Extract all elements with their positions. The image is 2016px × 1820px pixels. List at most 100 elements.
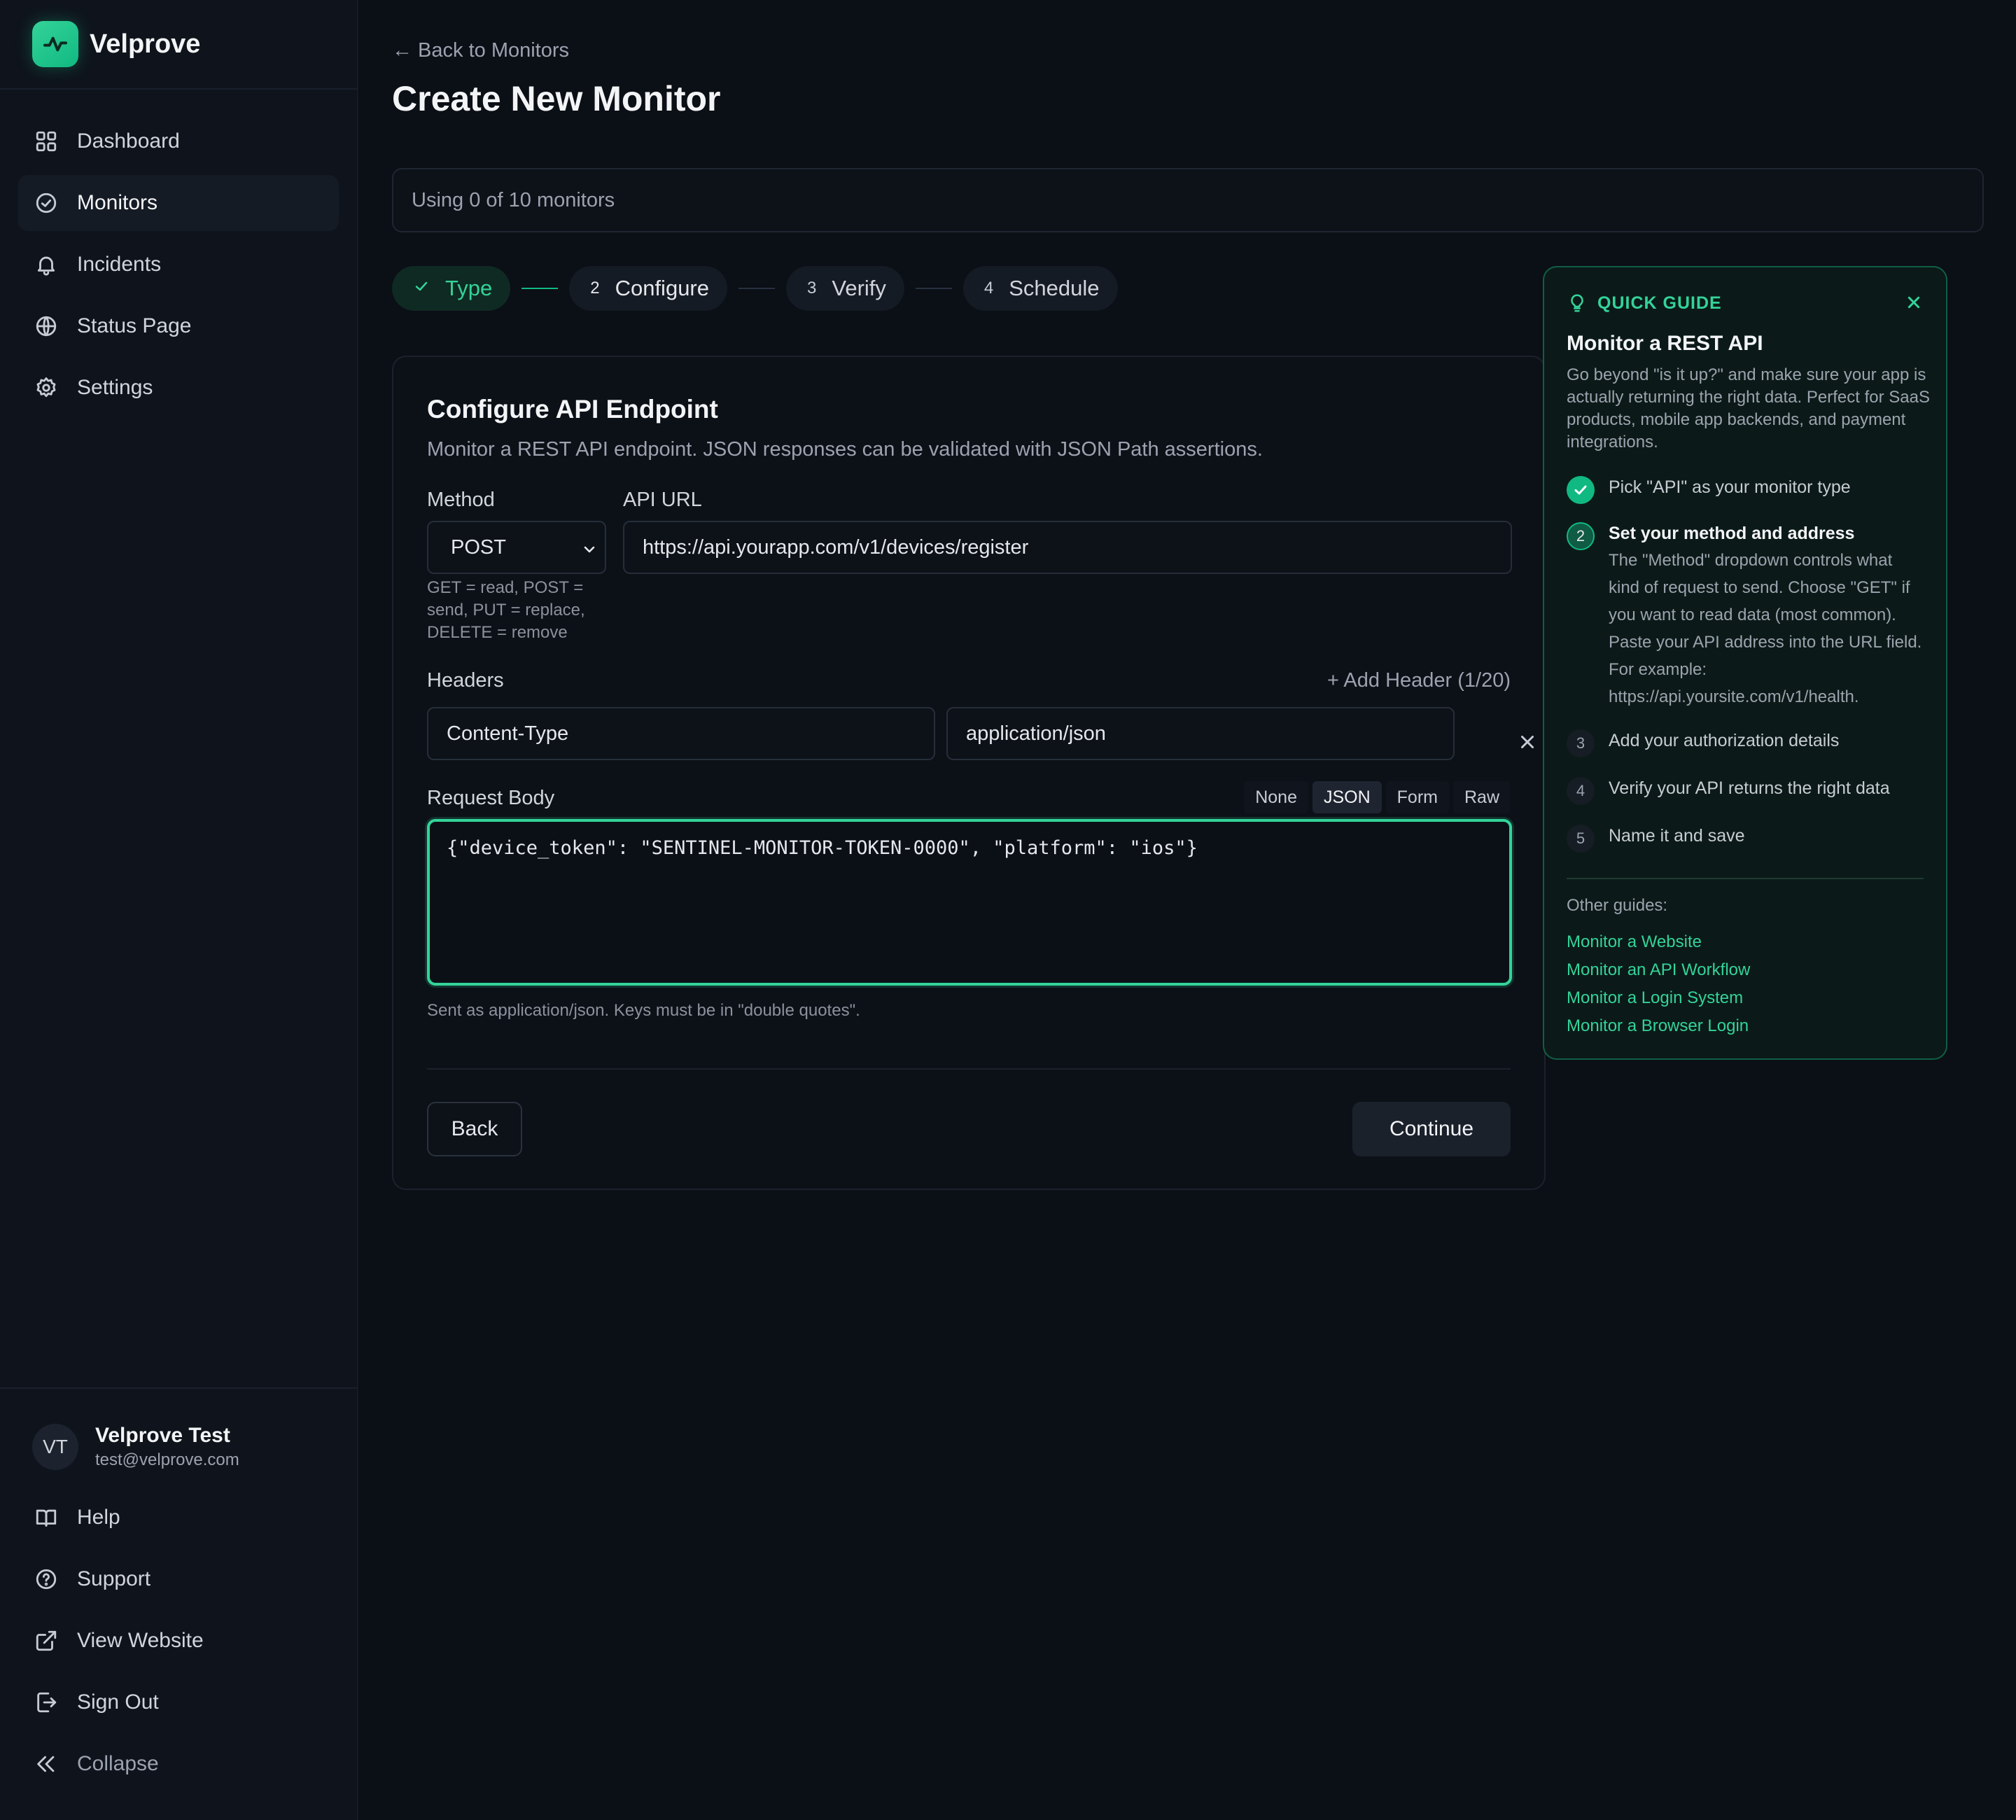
nav-label: Sign Out [77,1690,159,1714]
step-verify[interactable]: 3 Verify [786,266,904,311]
nav-item-status-page[interactable]: Status Page [18,298,339,354]
user-profile[interactable]: VT Velprove Test test@velprove.com [0,1389,357,1470]
configure-card: Configure API Endpoint Monitor a REST AP… [392,356,1546,1190]
guide-step-text: Name it and save [1609,826,1745,846]
nav-item-sign-out[interactable]: Sign Out [18,1674,339,1730]
body-type-tabs: None JSON Form Raw [1240,781,1511,813]
check-circle-icon [34,190,59,216]
globe-icon [34,314,59,339]
step-label: Configure [615,276,709,300]
nav-item-view-website[interactable]: View Website [18,1613,339,1669]
method-select[interactable]: POST [427,521,606,574]
hint-line: DELETE = remove [427,623,568,642]
guide-link-website[interactable]: Monitor a Website [1567,928,1750,956]
url-label: API URL [623,489,702,511]
app-root: Velprove Dashboard Monitors Incidents St… [0,0,2016,1820]
step-number: 4 [983,279,994,298]
nav-label: Dashboard [77,130,180,153]
collapse-button[interactable]: Collapse [18,1736,339,1792]
pulse-logo-icon [32,21,78,67]
request-body-textarea[interactable]: {"device_token": "SENTINEL-MONITOR-TOKEN… [427,819,1512,986]
user-email: test@velprove.com [95,1450,239,1469]
step-label: Schedule [1009,276,1100,300]
bell-icon [34,252,59,277]
step-number: 3 [1567,729,1595,757]
card-title: Configure API Endpoint [427,395,718,424]
nav-label: View Website [77,1629,204,1652]
guide-step-text: Verify your API returns the right data [1609,778,1890,798]
guide-step-3: 3 Add your authorization details [1567,729,1839,757]
nav-item-help[interactable]: Help [18,1490,339,1546]
guide-step-title: Set your method and address [1609,524,1855,543]
check-icon [1567,476,1595,504]
guide-link-login-system[interactable]: Monitor a Login System [1567,984,1750,1012]
guide-heading: QUICK GUIDE [1567,293,1722,314]
back-button[interactable]: Back [427,1102,522,1156]
tab-none[interactable]: None [1244,781,1308,813]
remove-header-close-icon[interactable] [1515,729,1540,755]
step-number: 3 [807,279,817,298]
method-hint: GET = read, POST = send, PUT = replace, … [427,577,616,644]
nav-label: Incidents [77,253,162,276]
guide-step-5: 5 Name it and save [1567,825,1745,853]
url-input[interactable]: https://api.yourapp.com/v1/devices/regis… [623,521,1512,574]
request-body-label: Request Body [427,787,555,809]
step-number: 5 [1567,825,1595,853]
bottom-nav: Help Support View Website Sign Out Colla… [0,1470,357,1792]
nav-item-incidents[interactable]: Incidents [18,237,339,293]
header-key-input[interactable]: Content-Type [427,707,935,760]
header-value-input[interactable]: application/json [946,707,1455,760]
hint-line: send, PUT = replace, [427,601,585,620]
page-title: Create New Monitor [392,79,721,118]
tab-json[interactable]: JSON [1312,781,1382,813]
stepper: Type 2 Configure 3 Verify 4 Schedule [392,266,1118,311]
nav-item-dashboard[interactable]: Dashboard [18,113,339,169]
nav-item-monitors[interactable]: Monitors [18,175,339,231]
usage-indicator: Using 0 of 10 monitors [392,168,1984,232]
step-connector [522,288,559,289]
guide-step-detail: The "Method" dropdown controls what kind… [1609,551,1922,706]
tab-form[interactable]: Form [1385,781,1449,813]
gear-icon [34,375,59,400]
headers-label: Headers [427,669,504,692]
main-content: ← Back to Monitors Create New Monitor Us… [358,0,2016,1820]
external-link-icon [34,1628,59,1653]
guide-link-api-workflow[interactable]: Monitor an API Workflow [1567,956,1750,984]
user-name: Velprove Test [95,1424,230,1447]
question-circle-icon [34,1567,59,1592]
step-configure[interactable]: 2 Configure [569,266,727,311]
divider [427,1068,1511,1070]
guide-link-browser-login[interactable]: Monitor a Browser Login [1567,1012,1750,1040]
other-guides-label: Other guides: [1567,896,1668,915]
add-header-button[interactable]: + Add Header (1/20) [1327,669,1511,692]
continue-button[interactable]: Continue [1352,1102,1511,1156]
grid-icon [34,129,59,154]
book-icon [34,1505,59,1530]
chevron-down-icon [581,540,598,564]
double-chevron-left-icon [34,1751,59,1777]
tab-raw[interactable]: Raw [1452,781,1511,813]
sign-out-icon [34,1690,59,1715]
guide-step-text: Set your method and address The "Method"… [1609,522,1925,710]
divider [1567,878,1924,879]
nav-item-settings[interactable]: Settings [18,360,339,416]
guide-title: Monitor a REST API [1567,332,1763,355]
nav-label: Support [77,1567,151,1590]
guide-step-text: Pick "API" as your monitor type [1609,477,1851,497]
step-type[interactable]: Type [392,266,511,311]
step-connector [738,288,775,289]
step-number: 4 [1567,777,1595,805]
step-connector [915,288,952,289]
nav-label: Monitors [77,191,158,214]
brand[interactable]: Velprove [0,0,357,90]
close-guide-icon[interactable] [1903,291,1925,318]
back-to-monitors-link[interactable]: ← Back to Monitors [392,39,569,62]
step-number: 2 [590,279,600,298]
guide-description: Go beyond "is it up?" and make sure your… [1567,365,1930,451]
step-schedule[interactable]: 4 Schedule [962,266,1118,311]
sidebar-bottom: VT Velprove Test test@velprove.com Help … [0,1387,357,1798]
guide-heading-text: QUICK GUIDE [1597,293,1722,313]
user-info: Velprove Test test@velprove.com [95,1424,239,1470]
nav-item-support[interactable]: Support [18,1551,339,1607]
lightbulb-icon [1567,293,1588,314]
